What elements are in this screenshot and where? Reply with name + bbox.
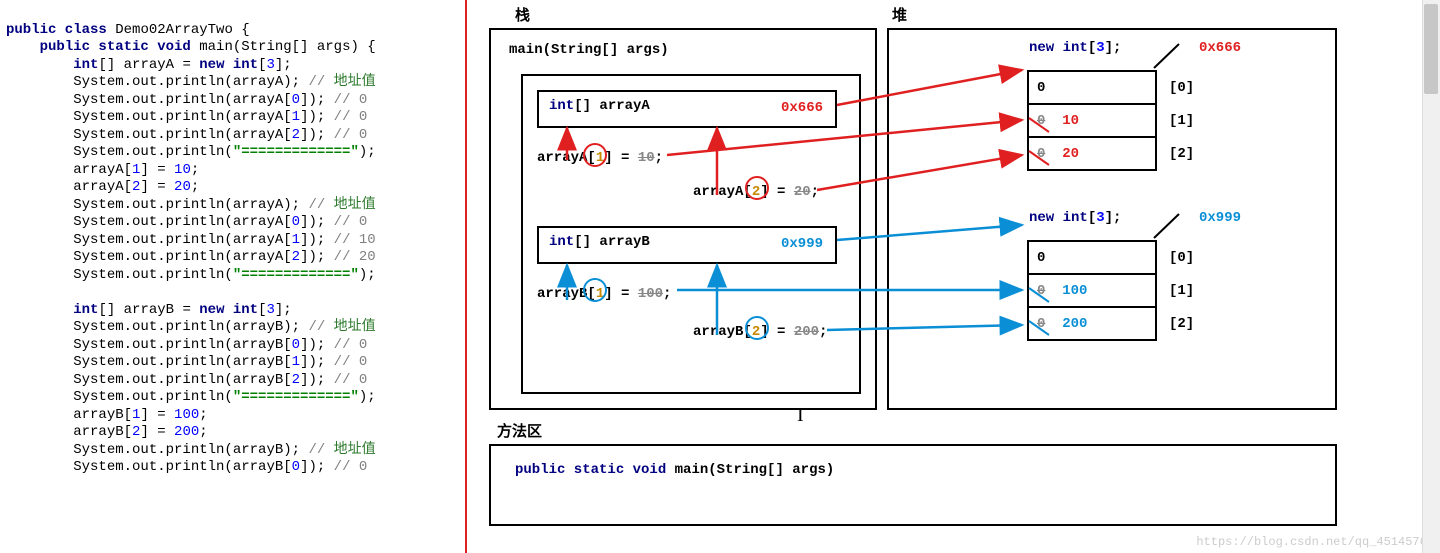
heapB-cell-2: 0 200[2] bbox=[1027, 306, 1157, 341]
arrayA-assign2: arrayA[2] = 20; bbox=[693, 184, 819, 200]
scrollbar-thumb[interactable] bbox=[1424, 4, 1438, 94]
heapB-addr: 0x999 bbox=[1199, 210, 1241, 226]
heap-label: 堆 bbox=[892, 4, 907, 25]
code-panel: public class Demo02ArrayTwo { public sta… bbox=[0, 0, 465, 553]
comment-addr: 地址值 bbox=[334, 74, 376, 90]
heapB-new: new int[3]; bbox=[1029, 210, 1121, 226]
stack-label: 栈 bbox=[515, 4, 530, 25]
heapA-cell-2: 0 20[2] bbox=[1027, 136, 1157, 171]
main-frame-box: int[] arrayA 0x666 arrayA[1] = 10; array… bbox=[521, 74, 861, 394]
method-area-content: public static void main(String[] args) bbox=[515, 462, 834, 478]
heapA-cell-1: 0 10[1] bbox=[1027, 103, 1157, 138]
heapA-cell-0: 0[0] bbox=[1027, 70, 1157, 105]
main-frame-label: main(String[] args) bbox=[509, 42, 669, 58]
heap-box: new int[3]; 0x666 0[0] 0 10[1] 0 20[2] n… bbox=[887, 28, 1337, 410]
stack-box: main(String[] args) int[] arrayA 0x666 a… bbox=[489, 28, 877, 410]
heapA-addr: 0x666 bbox=[1199, 40, 1241, 56]
heapB-cell-1: 0 100[1] bbox=[1027, 273, 1157, 308]
heapA-cells: 0[0] 0 10[1] 0 20[2] bbox=[1027, 70, 1157, 171]
heapA-new: new int[3]; bbox=[1029, 40, 1121, 56]
heapB-cell-0: 0[0] bbox=[1027, 240, 1157, 275]
vertical-scrollbar[interactable] bbox=[1422, 0, 1440, 553]
arrayA-var-box: int[] arrayA 0x666 bbox=[537, 90, 837, 128]
method-area-box: public static void main(String[] args) bbox=[489, 444, 1337, 526]
heapB-cells: 0[0] 0 100[1] 0 200[2] bbox=[1027, 240, 1157, 341]
arrayB-assign1: arrayB[1] = 100; bbox=[537, 286, 671, 302]
arrayB-var-box: int[] arrayB 0x999 bbox=[537, 226, 837, 264]
arrayA-address: 0x666 bbox=[781, 100, 823, 116]
method-area-label: 方法区 bbox=[497, 420, 542, 441]
arrayB-assign2: arrayB[2] = 200; bbox=[693, 324, 827, 340]
arrayA-assign1: arrayA[1] = 10; bbox=[537, 150, 663, 166]
arrayB-address: 0x999 bbox=[781, 236, 823, 252]
diagram-panel: 栈 堆 main(String[] args) int[] arrayA 0x6… bbox=[467, 0, 1440, 553]
text-cursor-icon: I bbox=[797, 404, 804, 427]
watermark: https://blog.csdn.net/qq_45145768 bbox=[1196, 535, 1434, 549]
